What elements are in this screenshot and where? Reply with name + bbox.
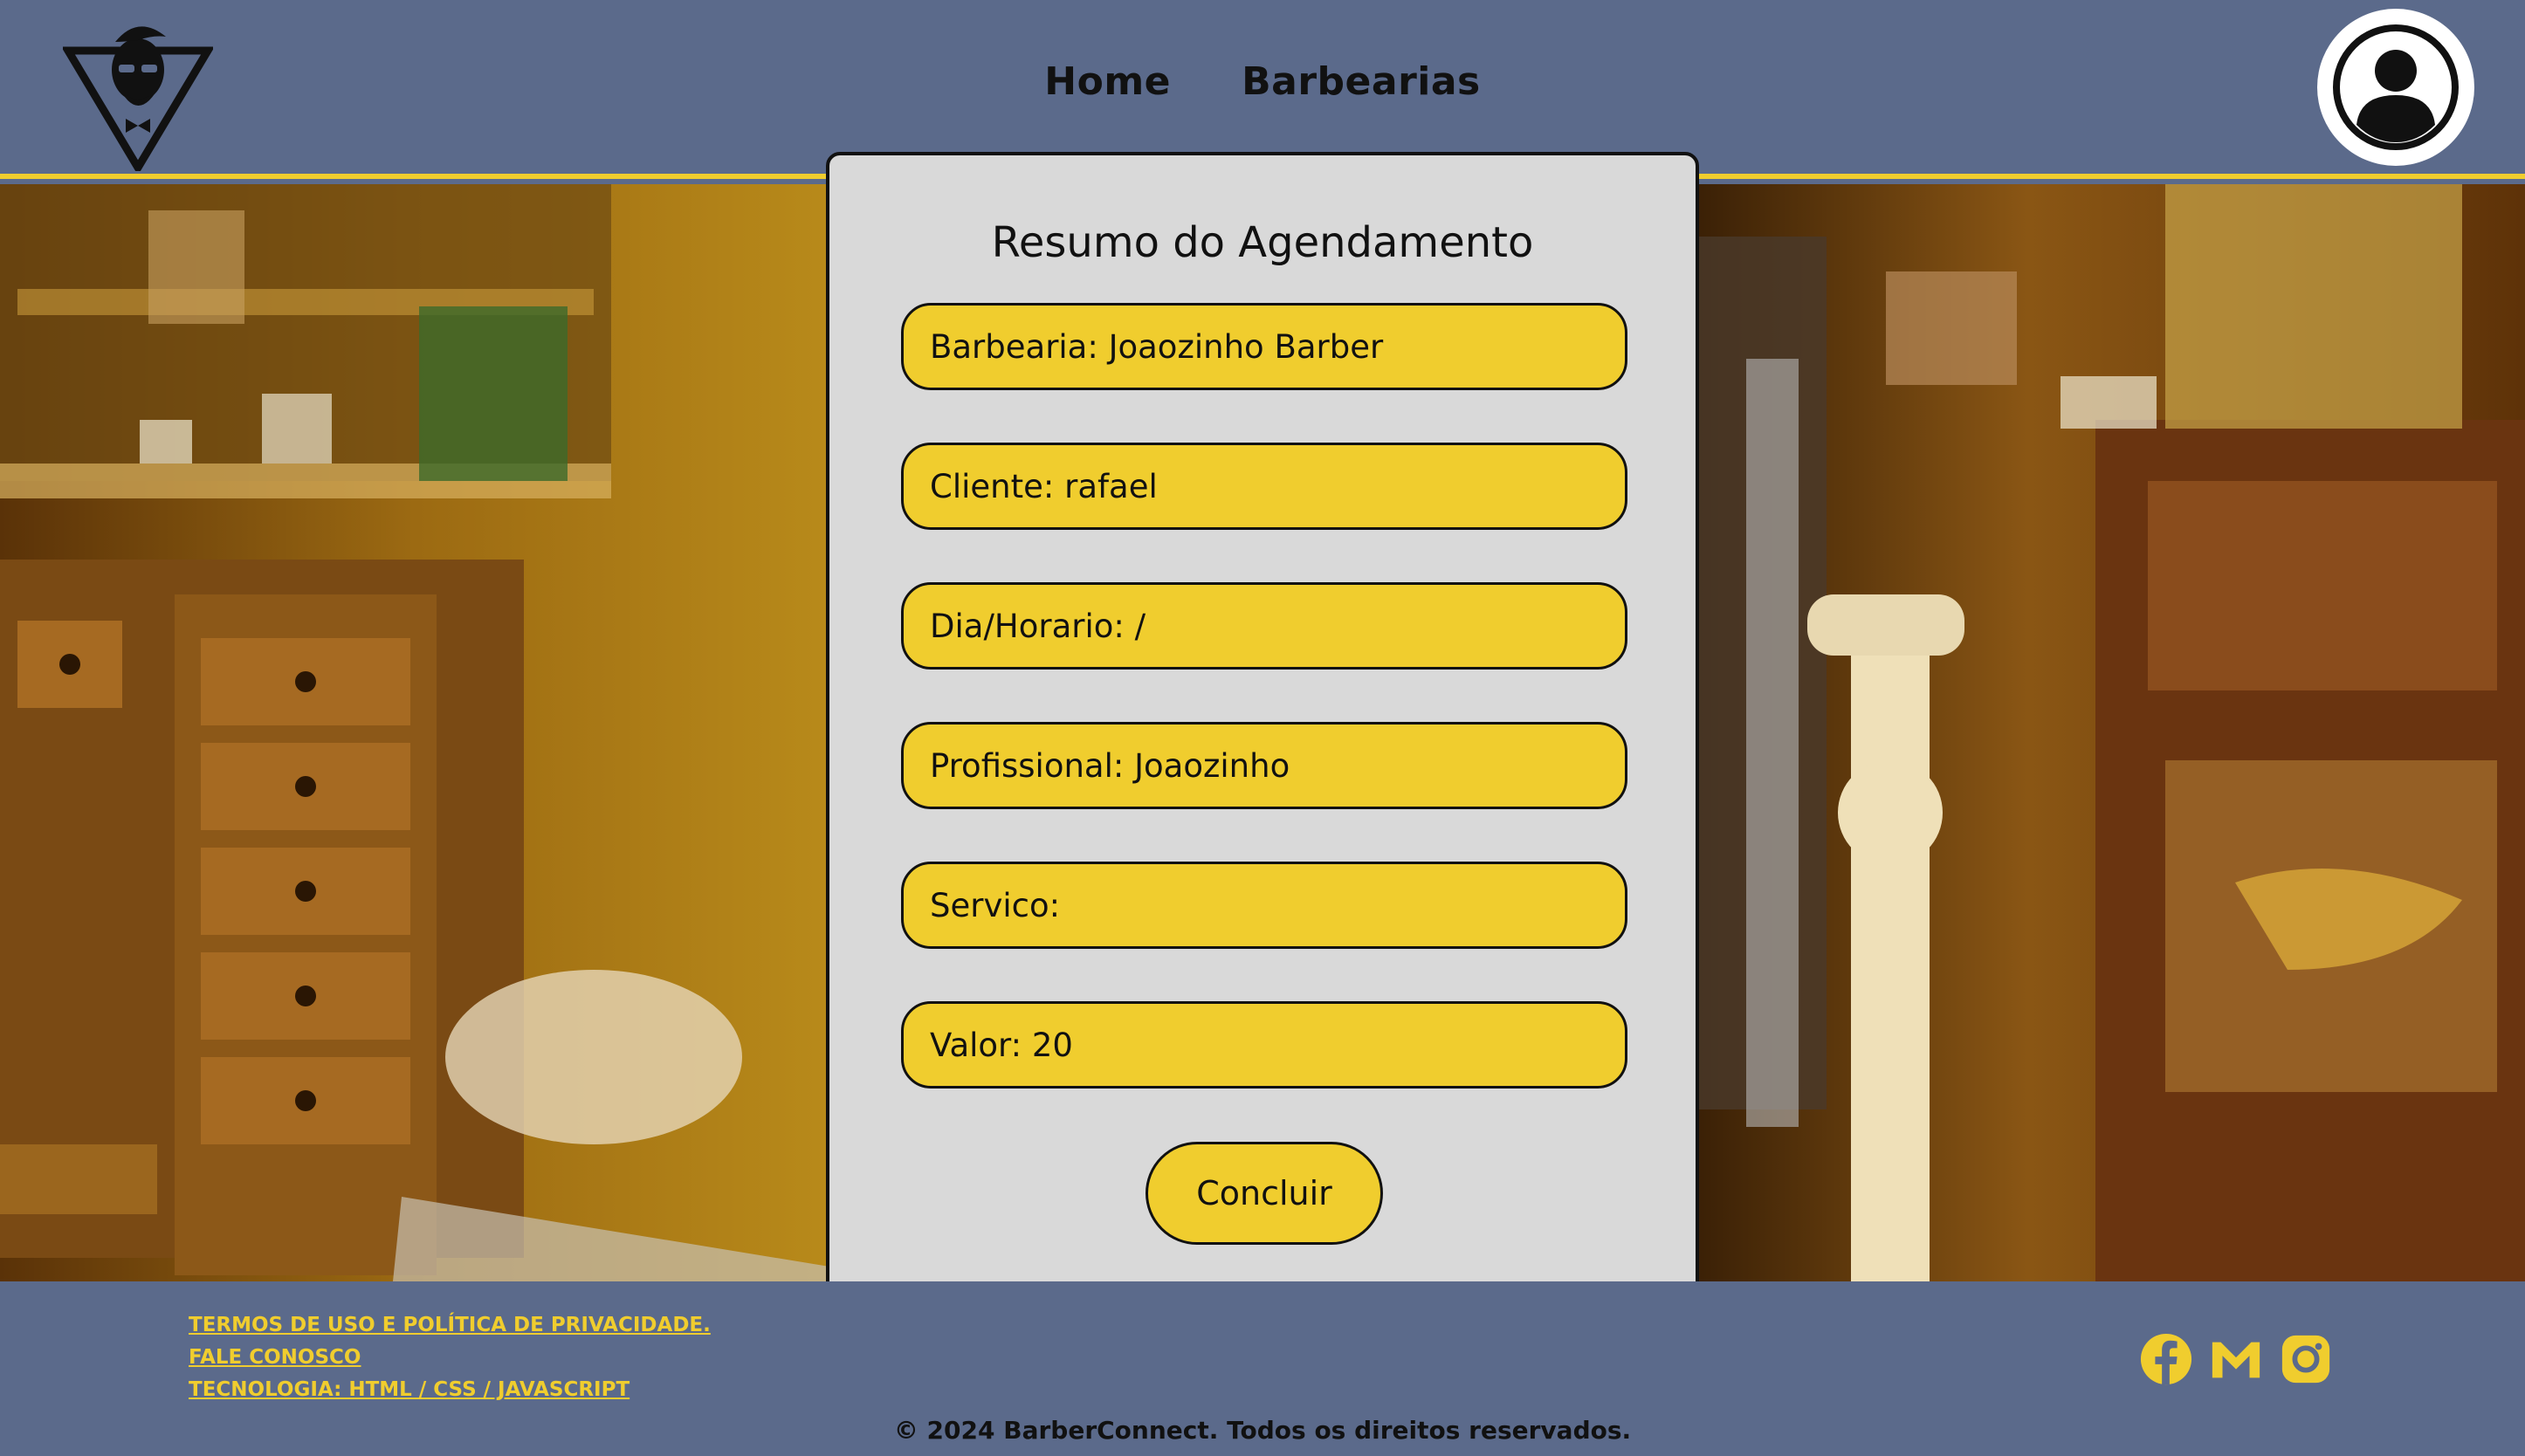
technology-link[interactable]: TECNOLOGIA: HTML / CSS / JAVASCRIPT [189,1374,711,1406]
price-field: Valor: 20 [901,1001,1627,1089]
main-nav: Home Barbearias [0,59,2525,104]
client-field: Cliente: rafael [901,443,1627,530]
footer-links: TERMOS DE USO E POLÍTICA DE PRIVACIDADE.… [189,1309,711,1406]
contact-link[interactable]: FALE CONOSCO [189,1342,711,1374]
conclude-button[interactable]: Concluir [1146,1142,1383,1245]
barbershop-field: Barbearia: Joaozinho Barber [901,303,1627,390]
instagram-icon[interactable] [2279,1332,2333,1386]
terms-privacy-link[interactable]: TERMOS DE USO E POLÍTICA DE PRIVACIDADE. [189,1309,711,1342]
user-profile-button[interactable] [2317,9,2474,166]
nav-home-link[interactable]: Home [1044,59,1171,104]
service-field: Servico: [901,862,1627,949]
nav-barbearias-link[interactable]: Barbearias [1242,59,1481,104]
social-icons [2139,1332,2333,1386]
summary-title: Resumo do Agendamento [991,218,1534,267]
booking-summary-card: Resumo do Agendamento Barbearia: Joaozin… [826,152,1699,1315]
gmail-icon[interactable] [2209,1332,2263,1386]
facebook-icon[interactable] [2139,1332,2193,1386]
user-avatar-icon [2333,24,2459,150]
site-footer: TERMOS DE USO E POLÍTICA DE PRIVACIDADE.… [0,1281,2525,1456]
date-time-field: Dia/Horario: / [901,582,1627,670]
copyright-text: © 2024 BarberConnect. Todos os direitos … [893,1416,1632,1445]
professional-field: Profissional: Joaozinho [901,722,1627,809]
